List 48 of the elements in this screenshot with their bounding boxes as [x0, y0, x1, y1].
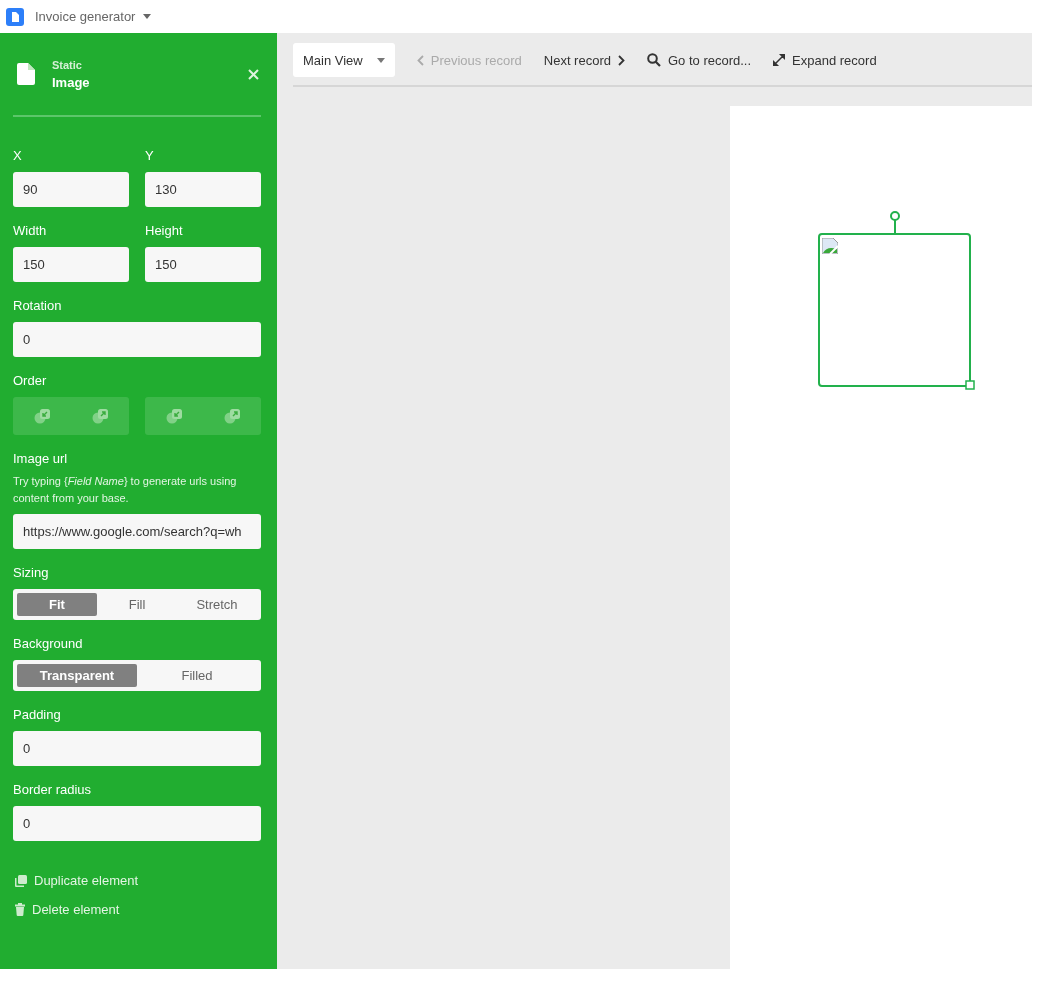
caret-icon[interactable] — [143, 14, 152, 19]
input-field[interactable]: 0 — [13, 731, 261, 766]
chevron-right-icon — [618, 54, 625, 66]
field-label: Width — [13, 223, 48, 239]
document-icon — [6, 7, 24, 26]
input-field[interactable]: 150 — [13, 247, 129, 282]
input-field[interactable]: 150 — [145, 247, 261, 282]
field-label: Y — [145, 148, 155, 164]
copy-icon — [15, 874, 27, 887]
url-input-field[interactable]: https://www.google.com/search?q=wh — [13, 514, 261, 549]
element-name: Image — [52, 74, 91, 90]
segment-option[interactable]: Stretch — [177, 593, 257, 616]
toolbar-button[interactable]: Next record — [543, 52, 625, 68]
close-icon[interactable] — [248, 68, 259, 80]
field-label: Sizing — [13, 565, 50, 581]
document-icon — [17, 63, 35, 85]
trash-icon — [15, 903, 25, 916]
view-dropdown[interactable]: Main View — [293, 43, 395, 77]
app-title[interactable]: Invoice generator — [35, 9, 136, 24]
layers-icon — [91, 408, 109, 424]
broken-image-icon — [822, 238, 838, 254]
segment-option[interactable]: Fill — [97, 593, 177, 616]
toolbar-button[interactable]: Expand record — [773, 52, 877, 68]
hint-text: Try typing {Field Name} to generate urls using content from your base. — [13, 474, 238, 506]
segment-option[interactable]: Transparent — [17, 664, 137, 687]
layers-icon — [33, 408, 51, 424]
input-field[interactable]: 130 — [145, 172, 261, 207]
field-label: X — [13, 148, 23, 164]
toolbar-button[interactable]: Go to record... — [647, 52, 752, 68]
field-label: Border radius — [13, 782, 93, 798]
layers-icon — [223, 408, 241, 424]
expand-icon — [773, 54, 786, 66]
layers-icon — [165, 408, 183, 424]
input-field[interactable]: 90 — [13, 172, 129, 207]
field-label: Rotation — [13, 298, 63, 314]
search-icon — [647, 53, 661, 67]
field-label: Padding — [13, 707, 62, 723]
field-label: Image url — [13, 451, 69, 467]
chevron-left-icon — [416, 54, 424, 66]
element-type: Static — [52, 58, 83, 71]
segment-option[interactable]: Fit — [17, 593, 97, 616]
input-field[interactable]: 0 — [13, 806, 261, 841]
input-field[interactable]: 0 — [13, 322, 261, 357]
field-label: Background — [13, 636, 84, 652]
caret-icon — [376, 57, 385, 63]
segment-option[interactable]: Filled — [137, 664, 257, 687]
field-label: Order — [13, 373, 48, 389]
field-label: Height — [145, 223, 184, 239]
